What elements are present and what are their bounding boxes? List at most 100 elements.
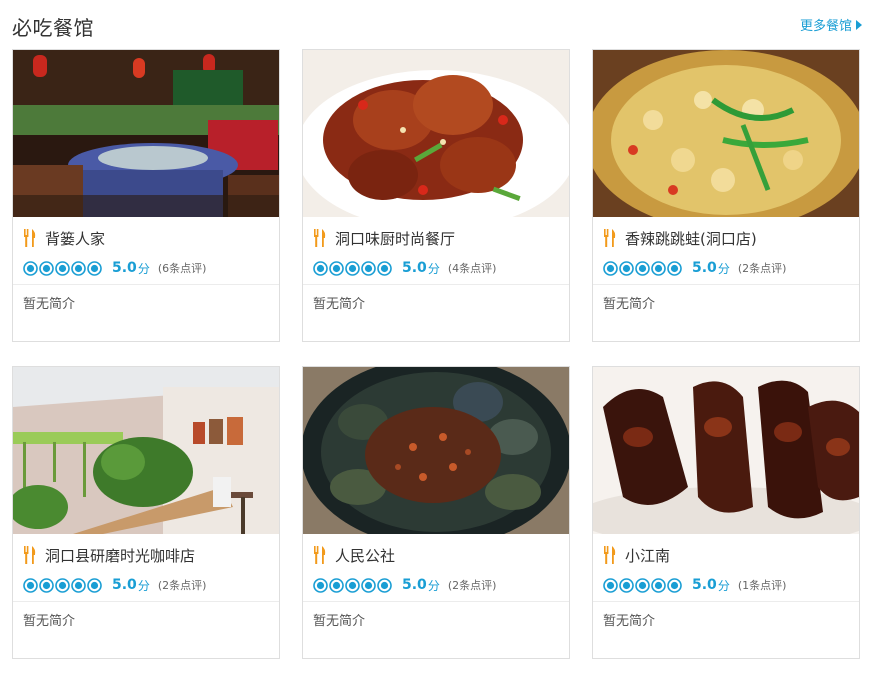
rating-score-unit: 分 [137, 578, 150, 593]
restaurant-intro: 暂无简介 [603, 297, 656, 312]
restaurant-intro: 暂无简介 [23, 297, 76, 312]
restaurant-name-row: 香辣跳跳蛙(洞口店) [603, 227, 849, 249]
rating-circle-icon [23, 260, 38, 276]
restaurant-card[interactable]: 背篓人家 5.0 分 (6条点评) 暂无简介 [12, 49, 280, 342]
restaurant-name[interactable]: 洞口县研磨时光咖啡店 [45, 545, 195, 566]
rating-circle-icon [361, 260, 376, 276]
rating-circle-icon [313, 260, 328, 276]
spicy-frog-dish-photo[interactable] [593, 50, 859, 217]
cafe-interior-photo[interactable] [13, 367, 279, 534]
section-title: 必吃餐馆 [12, 16, 94, 40]
review-count[interactable]: (2条点评) [448, 577, 497, 593]
rating-circle-icon [651, 260, 666, 276]
rating-circle-icon [345, 577, 360, 593]
rating-row: 5.0 分 (2条点评) [603, 258, 849, 278]
rating-score-unit: 分 [137, 261, 150, 276]
restaurant-card[interactable]: 洞口味厨时尚餐厅 5.0 分 (4条点评) 暂无简介 [302, 49, 570, 342]
fork-knife-icon [604, 546, 616, 564]
rating-row: 5.0 分 (1条点评) [603, 575, 849, 595]
restaurant-name[interactable]: 香辣跳跳蛙(洞口店) [625, 228, 757, 249]
restaurant-name-row: 洞口县研磨时光咖啡店 [23, 544, 269, 566]
rating-circle-icon [39, 260, 54, 276]
restaurant-name-row: 人民公社 [313, 544, 559, 566]
rating-circle-icon [603, 260, 618, 276]
rating-circle-icon [345, 260, 360, 276]
section-header: 必吃餐馆 更多餐馆 [12, 0, 862, 48]
card-divider [303, 284, 569, 285]
rating-circle-icon [39, 577, 54, 593]
rating-circle-icon [651, 577, 666, 593]
rating-circle-icon [87, 577, 102, 593]
rating-row: 5.0 分 (4条点评) [313, 258, 559, 278]
rating-circle-icon [619, 577, 634, 593]
rating-row: 5.0 分 (2条点评) [23, 575, 269, 595]
rating-score-unit: 分 [717, 578, 730, 593]
rating-score-unit: 分 [427, 578, 440, 593]
rating-stars [313, 577, 392, 593]
card-divider [13, 601, 279, 602]
rating-stars [23, 577, 102, 593]
rating-circle-icon [313, 577, 328, 593]
restaurant-intro: 暂无简介 [313, 614, 366, 629]
restaurant-intro: 暂无简介 [23, 614, 76, 629]
rating-circle-icon [667, 260, 682, 276]
restaurant-card[interactable]: 人民公社 5.0 分 (2条点评) 暂无简介 [302, 366, 570, 659]
rating-circle-icon [377, 260, 392, 276]
fork-knife-icon [24, 229, 36, 247]
rating-circle-icon [603, 577, 618, 593]
review-count[interactable]: (4条点评) [448, 260, 497, 276]
restaurant-intro: 暂无简介 [313, 297, 366, 312]
fork-knife-icon [24, 546, 36, 564]
rating-score-unit: 分 [717, 261, 730, 276]
restaurant-name[interactable]: 背篓人家 [45, 228, 105, 249]
card-divider [593, 284, 859, 285]
rating-circle-icon [71, 577, 86, 593]
rating-row: 5.0 分 (6条点评) [23, 258, 269, 278]
restaurant-name[interactable]: 人民公社 [335, 545, 395, 566]
rating-circle-icon [667, 577, 682, 593]
rating-circle-icon [71, 260, 86, 276]
review-count[interactable]: (1条点评) [738, 577, 787, 593]
fork-knife-icon [314, 229, 326, 247]
braised-pork-dish-photo[interactable] [303, 50, 569, 217]
rating-row: 5.0 分 (2条点评) [313, 575, 559, 595]
rating-score: 5.0 [402, 260, 427, 276]
more-restaurants-link[interactable]: 更多餐馆 [800, 15, 862, 34]
restaurant-name-row: 背篓人家 [23, 227, 269, 249]
restaurant-card[interactable]: 香辣跳跳蛙(洞口店) 5.0 分 (2条点评) 暂无简介 [592, 49, 860, 342]
restaurant-name[interactable]: 小江南 [625, 545, 670, 566]
review-count[interactable]: (6条点评) [158, 260, 207, 276]
restaurant-interior-photo[interactable] [13, 50, 279, 217]
restaurant-name[interactable]: 洞口味厨时尚餐厅 [335, 228, 455, 249]
rating-score: 5.0 [692, 577, 717, 593]
rating-circle-icon [55, 577, 70, 593]
restaurant-intro: 暂无简介 [603, 614, 656, 629]
rating-circle-icon [329, 577, 344, 593]
rating-circle-icon [23, 577, 38, 593]
rating-circle-icon [55, 260, 70, 276]
card-divider [593, 601, 859, 602]
rating-circle-icon [87, 260, 102, 276]
caret-right-icon [856, 19, 862, 30]
rating-score: 5.0 [112, 260, 137, 276]
review-count[interactable]: (2条点评) [738, 260, 787, 276]
restaurant-name-row: 洞口味厨时尚餐厅 [313, 227, 559, 249]
rating-circle-icon [361, 577, 376, 593]
restaurant-card[interactable]: 洞口县研磨时光咖啡店 5.0 分 (2条点评) 暂无简介 [12, 366, 280, 659]
preserved-egg-dish-photo[interactable] [303, 367, 569, 534]
rating-circle-icon [635, 577, 650, 593]
rating-score-unit: 分 [427, 261, 440, 276]
review-count[interactable]: (2条点评) [158, 577, 207, 593]
restaurant-card[interactable]: 小江南 5.0 分 (1条点评) 暂无简介 [592, 366, 860, 659]
rating-stars [603, 260, 682, 276]
card-divider [13, 284, 279, 285]
rating-stars [23, 260, 102, 276]
rating-circle-icon [635, 260, 650, 276]
glazed-ribs-dish-photo[interactable] [593, 367, 859, 534]
restaurant-name-row: 小江南 [603, 544, 849, 566]
card-divider [303, 601, 569, 602]
rating-score: 5.0 [692, 260, 717, 276]
more-restaurants-label: 更多餐馆 [799, 19, 852, 34]
rating-stars [313, 260, 392, 276]
rating-circle-icon [329, 260, 344, 276]
